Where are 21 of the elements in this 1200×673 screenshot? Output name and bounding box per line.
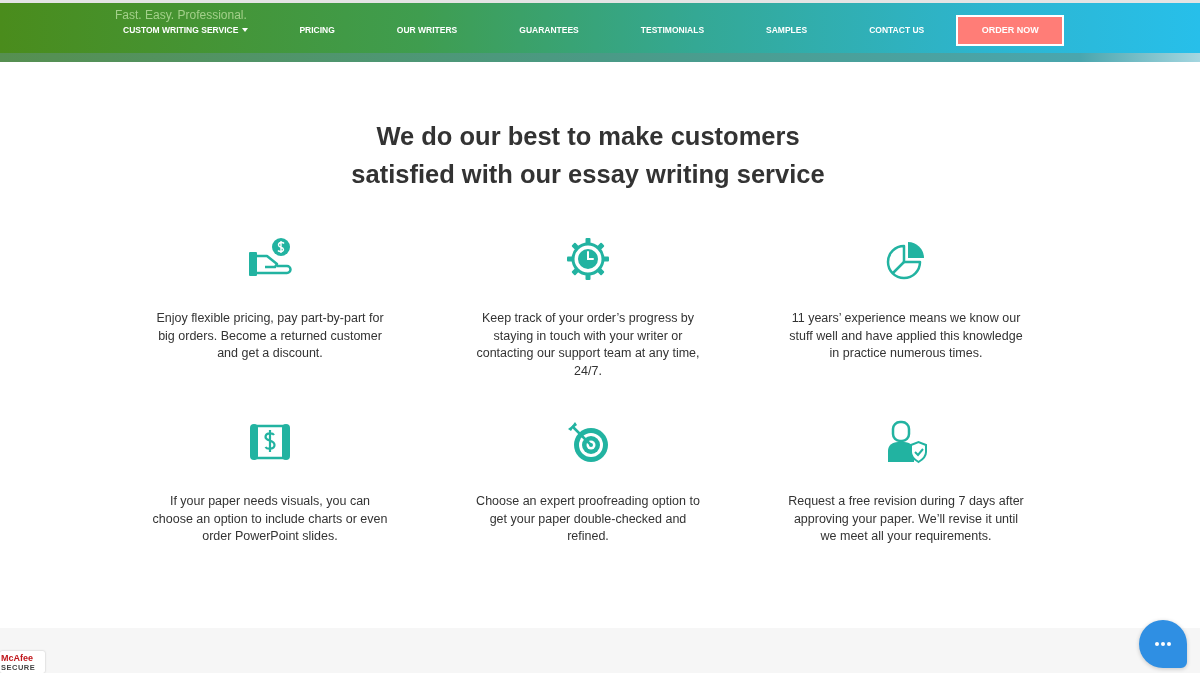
feature-description: If your paper needs visuals, you can choose an option to include charts or even order PowerPoint slides. (151, 493, 389, 545)
nav-link[interactable]: SAMPLES (766, 25, 808, 35)
tagline: Fast. Easy. Professional. (115, 9, 247, 22)
badge-brand: McAfee (1, 653, 33, 663)
feature-description: Keep track of your order’s progress by staying in touch with your writer or contacting our support team at any time, 24/7. (475, 310, 701, 380)
nav-link[interactable]: PRICING (299, 25, 335, 35)
section-heading: We do our best to make customers satisfied with our essay writing service (350, 121, 826, 190)
order-now-button[interactable]: ORDER NOW (956, 14, 1065, 46)
gear-clock-icon (566, 237, 610, 281)
ellipsis-icon (1155, 642, 1171, 646)
feature-description: Enjoy flexible pricing, pay part-by-part for big orders. Become a returned customer and get a discount. (155, 310, 385, 362)
nav-link[interactable]: CUSTOM WRITING SERVICE (123, 25, 249, 35)
feature-description: Request a free revision during 7 days after approving your paper. We’ll revise it until we meet all your requirements. (787, 493, 1025, 545)
nav-link[interactable]: OUR WRITERS (396, 25, 458, 35)
target-dart-icon (566, 420, 610, 464)
nav-link[interactable]: GUARANTEES (519, 25, 579, 35)
feature-description: 11 years’ experience means we know our stuff well and have applied this knowledge in practice numerous times. (788, 310, 1024, 362)
feature-description: Choose an expert proofreading option to get your paper double-checked and refined. (475, 493, 701, 545)
chat-button[interactable] (1139, 620, 1187, 668)
nav-link[interactable]: TESTIMONIALS (640, 25, 705, 35)
nav-link[interactable]: CONTACT US (869, 25, 925, 35)
